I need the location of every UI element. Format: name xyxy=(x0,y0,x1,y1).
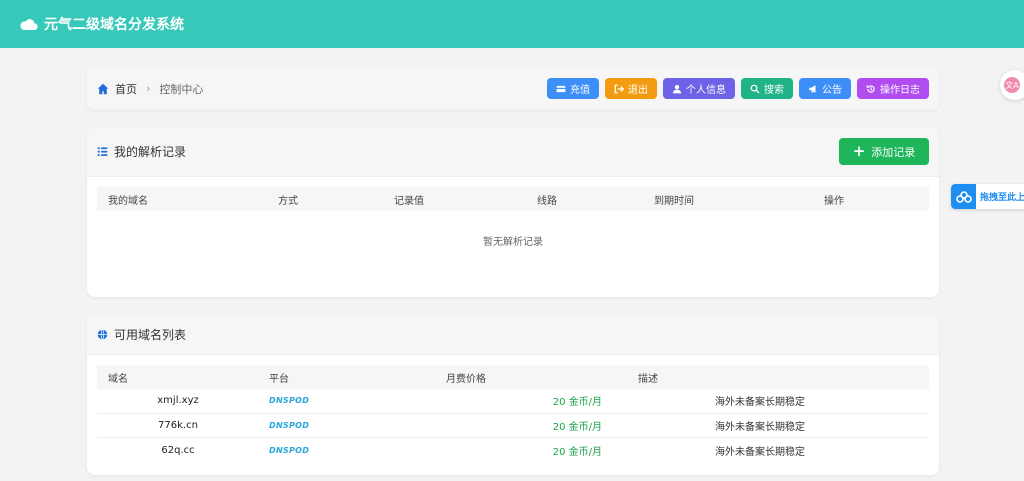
drag-label: 拖拽至此上 xyxy=(980,193,1024,203)
recharge-label: 充值 xyxy=(570,85,590,96)
add-record-label: 添加记录 xyxy=(871,145,916,159)
platform-logo: DNSPOD xyxy=(259,445,420,456)
table-row[interactable]: 776k.cn DNSPOD 20 金币/月 海外未备案长期稳定 xyxy=(97,414,929,438)
cloud-drag-icon xyxy=(951,184,976,209)
operation-log-button[interactable]: 操作日志 xyxy=(857,78,929,99)
dnspod-logo: DNSPOD xyxy=(269,445,310,455)
history-icon xyxy=(866,84,875,93)
records-table-header: 我的域名 方式 记录值 线路 到期时间 操作 xyxy=(97,187,929,211)
profile-label: 个人信息 xyxy=(686,85,726,96)
domains-header: 可用域名列表 xyxy=(87,315,939,355)
announcement-label: 公告 xyxy=(822,85,842,96)
column-header: 到期时间 xyxy=(654,195,694,207)
records-title: 我的解析记录 xyxy=(97,143,186,160)
top-bar: 元气二级域名分发系统 xyxy=(0,0,1024,48)
price: 20 金币/月 xyxy=(552,397,602,409)
search-icon xyxy=(750,84,760,94)
breadcrumb-home[interactable]: 首页 xyxy=(115,81,137,97)
operation-log-label: 操作日志 xyxy=(880,85,920,96)
domains-card: 可用域名列表 域名 平台 月费价格 描述 xmjl.xyz DNSPOD 20 … xyxy=(87,315,939,475)
records-header: 我的解析记录 + 添加记录 xyxy=(87,127,939,177)
breadcrumb: 首页 › 控制中心 xyxy=(97,81,203,97)
credit-card-icon xyxy=(556,85,566,92)
bullhorn-icon xyxy=(809,84,816,93)
user-icon xyxy=(672,84,682,93)
dnspod-logo: DNSPOD xyxy=(269,396,310,406)
app-title: 元气二级域名分发系统 xyxy=(44,17,184,33)
toolbar: 充值 退出 个人信息 搜索 公告 操作日志 xyxy=(547,78,929,99)
price: 20 金币/月 xyxy=(552,446,602,458)
translate-widget[interactable]: 文A xyxy=(1000,70,1024,100)
logout-label: 退出 xyxy=(628,85,648,96)
description: 海外未备案长期稳定 xyxy=(715,421,805,433)
brand[interactable]: 元气二级域名分发系统 xyxy=(20,14,184,34)
home-icon xyxy=(97,83,109,94)
platform-logo: DNSPOD xyxy=(259,395,420,406)
announcement-button[interactable]: 公告 xyxy=(799,78,851,99)
list-icon xyxy=(97,147,108,156)
column-header: 描述 xyxy=(638,373,658,385)
platform-logo: DNSPOD xyxy=(259,420,420,431)
domains-table-header: 域名 平台 月费价格 描述 xyxy=(97,365,929,389)
column-header: 月费价格 xyxy=(446,373,486,385)
table-row[interactable]: xmjl.xyz DNSPOD 20 金币/月 海外未备案长期稳定 xyxy=(97,389,929,414)
logout-button[interactable]: 退出 xyxy=(605,78,657,99)
drag-widget[interactable]: 拖拽至此上 xyxy=(951,184,1024,209)
column-header: 我的域名 xyxy=(108,195,148,207)
records-title-text: 我的解析记录 xyxy=(114,145,187,159)
domain-name: 776k.cn xyxy=(158,419,198,431)
description: 海外未备案长期稳定 xyxy=(715,446,805,458)
column-header: 记录值 xyxy=(394,195,424,207)
column-header: 操作 xyxy=(824,195,844,207)
column-header: 线路 xyxy=(537,195,557,207)
domains-title-text: 可用域名列表 xyxy=(114,328,187,342)
domain-name: xmjl.xyz xyxy=(157,395,199,407)
domains-title: 可用域名列表 xyxy=(97,326,186,343)
description: 海外未备案长期稳定 xyxy=(715,397,805,409)
column-header: 域名 xyxy=(108,373,128,385)
translate-icon: 文A xyxy=(1004,77,1020,93)
add-record-button[interactable]: + 添加记录 xyxy=(839,138,929,165)
records-card: 我的解析记录 + 添加记录 我的域名 方式 记录值 线路 到期时间 操作 暂无解… xyxy=(87,127,939,297)
search-button[interactable]: 搜索 xyxy=(741,78,793,99)
nav-card: 首页 › 控制中心 充值 退出 个人信息 搜索 公告 操作日志 xyxy=(87,67,939,110)
column-header: 平台 xyxy=(269,373,289,385)
recharge-button[interactable]: 充值 xyxy=(547,78,599,99)
sign-out-icon xyxy=(614,84,624,93)
globe-icon xyxy=(97,329,108,340)
breadcrumb-separator: › xyxy=(146,82,151,95)
table-row[interactable]: 62q.cc DNSPOD 20 金币/月 海外未备案长期稳定 xyxy=(97,438,929,463)
breadcrumb-current: 控制中心 xyxy=(159,82,204,96)
empty-records-text: 暂无解析记录 xyxy=(483,237,543,248)
profile-button[interactable]: 个人信息 xyxy=(663,78,735,99)
domain-name: 62q.cc xyxy=(161,444,195,456)
search-label: 搜索 xyxy=(764,85,784,96)
price: 20 金币/月 xyxy=(552,421,602,433)
column-header: 方式 xyxy=(278,195,298,207)
cloud-icon xyxy=(20,19,38,30)
dnspod-logo: DNSPOD xyxy=(269,420,310,430)
plus-icon: + xyxy=(852,142,866,160)
